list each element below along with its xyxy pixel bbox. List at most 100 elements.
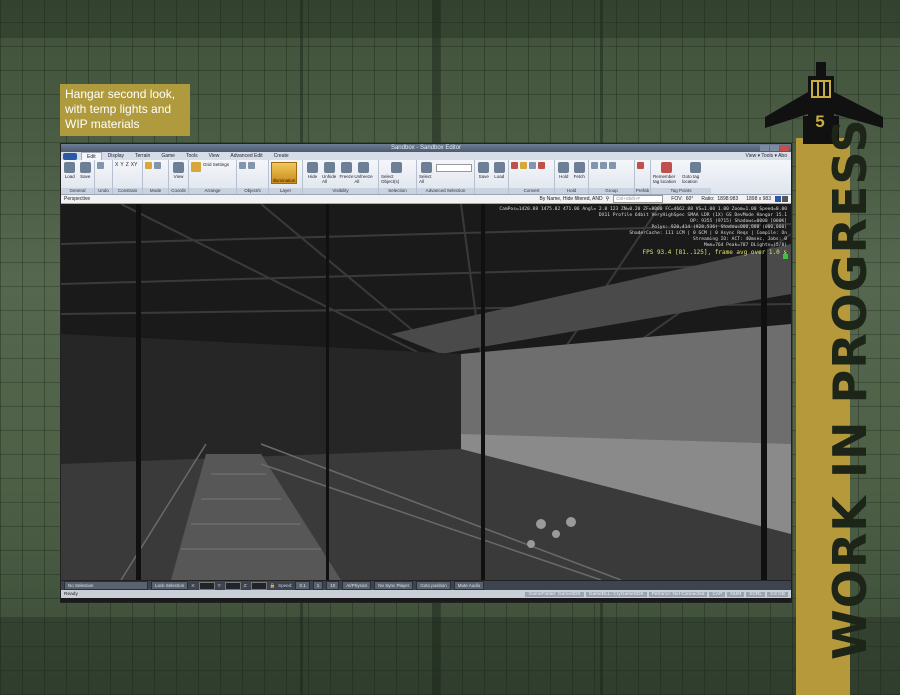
group-objects: Object/s [237,160,269,194]
close-button[interactable] [780,145,789,151]
freeze-button[interactable]: Freeze [339,162,354,179]
maximize-button[interactable] [770,145,779,151]
select-objects-label: Select Object(s) [381,174,400,184]
search-input[interactable]: Ctrl+Shift+F [613,195,664,203]
selection-set-dropdown[interactable] [436,164,472,172]
tab-advanced-edit[interactable]: Advanced Edit [225,152,267,160]
convert-icon[interactable] [520,162,527,169]
speed-input[interactable]: 0.1 [295,581,310,590]
load-selection-button[interactable]: Load [493,162,507,179]
grid-settings-button[interactable]: Grid Settings [203,162,229,167]
hold-icon [558,162,570,173]
select-all-button[interactable]: Select All [419,162,434,184]
tab-create[interactable]: Create [269,152,294,160]
fov-value[interactable]: 60° [686,196,694,202]
move-icon[interactable] [145,162,152,169]
disk-icon [79,162,91,173]
prefab-icon[interactable] [637,162,644,169]
caption-line: WIP materials [65,117,140,131]
tab-terrain[interactable]: Terrain [130,152,155,160]
hide-button[interactable]: Hide [305,162,320,179]
undo-icon[interactable] [97,162,104,169]
group-label: Tag Points [651,188,711,194]
unfreeze-all-button[interactable]: Unfreeze All [354,162,373,184]
grid-icon[interactable] [191,162,201,172]
debug-stats: CamPos=1420.88 1475.82 471.06 Angl= 2.0 … [499,207,787,257]
minimize-button[interactable] [760,145,769,151]
save-button[interactable]: Save [79,162,93,179]
caption-box: Hangar second look, with temp lights and… [60,84,190,136]
selection-field[interactable]: No Selection [64,581,148,590]
lock-icon[interactable]: 🔒 [270,583,276,589]
search-icon[interactable]: ⚲ [606,196,610,202]
convert-icon[interactable] [511,162,518,169]
illumination-button[interactable]: Illumination [271,162,297,184]
status-cell: NUM [727,591,745,597]
load-selection-label: Load [494,174,505,179]
maximize-view-icon[interactable] [775,196,781,202]
unhide-all-button[interactable]: Unhide All [322,162,337,184]
load-button[interactable]: Load [63,162,77,179]
constrain-y-button[interactable]: Y [120,162,123,168]
rotate-icon[interactable] [154,162,161,169]
object-icon[interactable] [239,162,246,169]
unfreeze-icon [358,162,369,173]
z-field[interactable] [250,581,267,590]
hold-button[interactable]: Hold [557,162,571,179]
ratio-value[interactable]: 1898:983 [717,196,738,202]
fetch-button[interactable]: Fetch [573,162,587,179]
open-group-icon[interactable] [609,162,616,169]
object-icon[interactable] [248,162,255,169]
select-objects-button[interactable]: Select Object(s) [381,162,411,184]
hide-icon [307,162,318,173]
unhide-label: Unhide All [322,174,337,184]
editor-statusbar: No Selection Lock Selection X: Y: Z: 🔒 S… [61,580,791,590]
tab-game[interactable]: Game [156,152,180,160]
viewport-name[interactable]: Perspective [64,196,90,202]
speed-option[interactable]: 10 [326,581,340,590]
disk-icon [478,162,490,173]
caption-line: Hangar second look, [65,87,176,101]
group-selection: Select Object(s) Selection [379,160,417,194]
remember-tag-button[interactable]: Remember tag location [653,162,680,184]
group-visibility: Hide Unhide All Freeze Unfreeze All Visi… [303,160,379,194]
group-label: Mode [143,188,168,194]
background-band-bottom [0,617,900,695]
fetch-label: Fetch [573,174,585,179]
goto-tag-button[interactable]: Goto tag location [682,162,709,184]
view-options-icon[interactable] [782,196,788,202]
save-selection-button[interactable]: Save [477,162,491,179]
constrain-z-button[interactable]: Z [126,162,129,168]
speed-option[interactable]: 1 [312,581,324,590]
ungroup-icon[interactable] [600,162,607,169]
group-tag-points: Remember tag location Goto tag location … [651,160,711,194]
right-menu[interactable]: View ▾ Tools ▾ Abo [745,153,791,159]
ai-physics-button[interactable]: AI/Physics [342,581,372,590]
convert-icon[interactable] [538,162,545,169]
goto-position-button[interactable]: Goto position [416,581,451,590]
status-cell: Perforce: Not Connected [648,591,708,597]
3d-viewport[interactable]: CamPos=1420.88 1475.82 471.06 Angl= 2.0 … [61,204,791,580]
mute-audio-button[interactable]: Mute Audio [453,581,485,590]
tab-tools[interactable]: Tools [181,152,203,160]
y-field[interactable] [224,581,241,590]
tab-display[interactable]: Display [103,152,129,160]
constrain-xy-button[interactable]: XY [131,162,138,168]
group-label: Advanced Selection [417,188,474,194]
background-band-top [0,0,900,38]
lock-selection-button[interactable]: Lock Selection [151,581,189,590]
group-icon[interactable] [591,162,598,169]
convert-icon[interactable] [529,162,536,169]
app-menu-button[interactable] [63,152,77,160]
resolution-value[interactable]: 1898 x 983 [746,196,771,202]
tab-view[interactable]: View [204,152,225,160]
load-label: Load [64,174,75,179]
no-sync-player-button[interactable]: No Sync Player [374,581,414,590]
group-label: Hold [555,188,588,194]
window-title: Sandbox - Sandbox Editor [390,145,462,151]
constrain-x-button[interactable]: X [115,162,118,168]
view-coords-button[interactable]: View [171,162,186,179]
x-field[interactable] [198,581,215,590]
select-all-icon [421,162,432,173]
status-cell: CAP [709,591,726,597]
